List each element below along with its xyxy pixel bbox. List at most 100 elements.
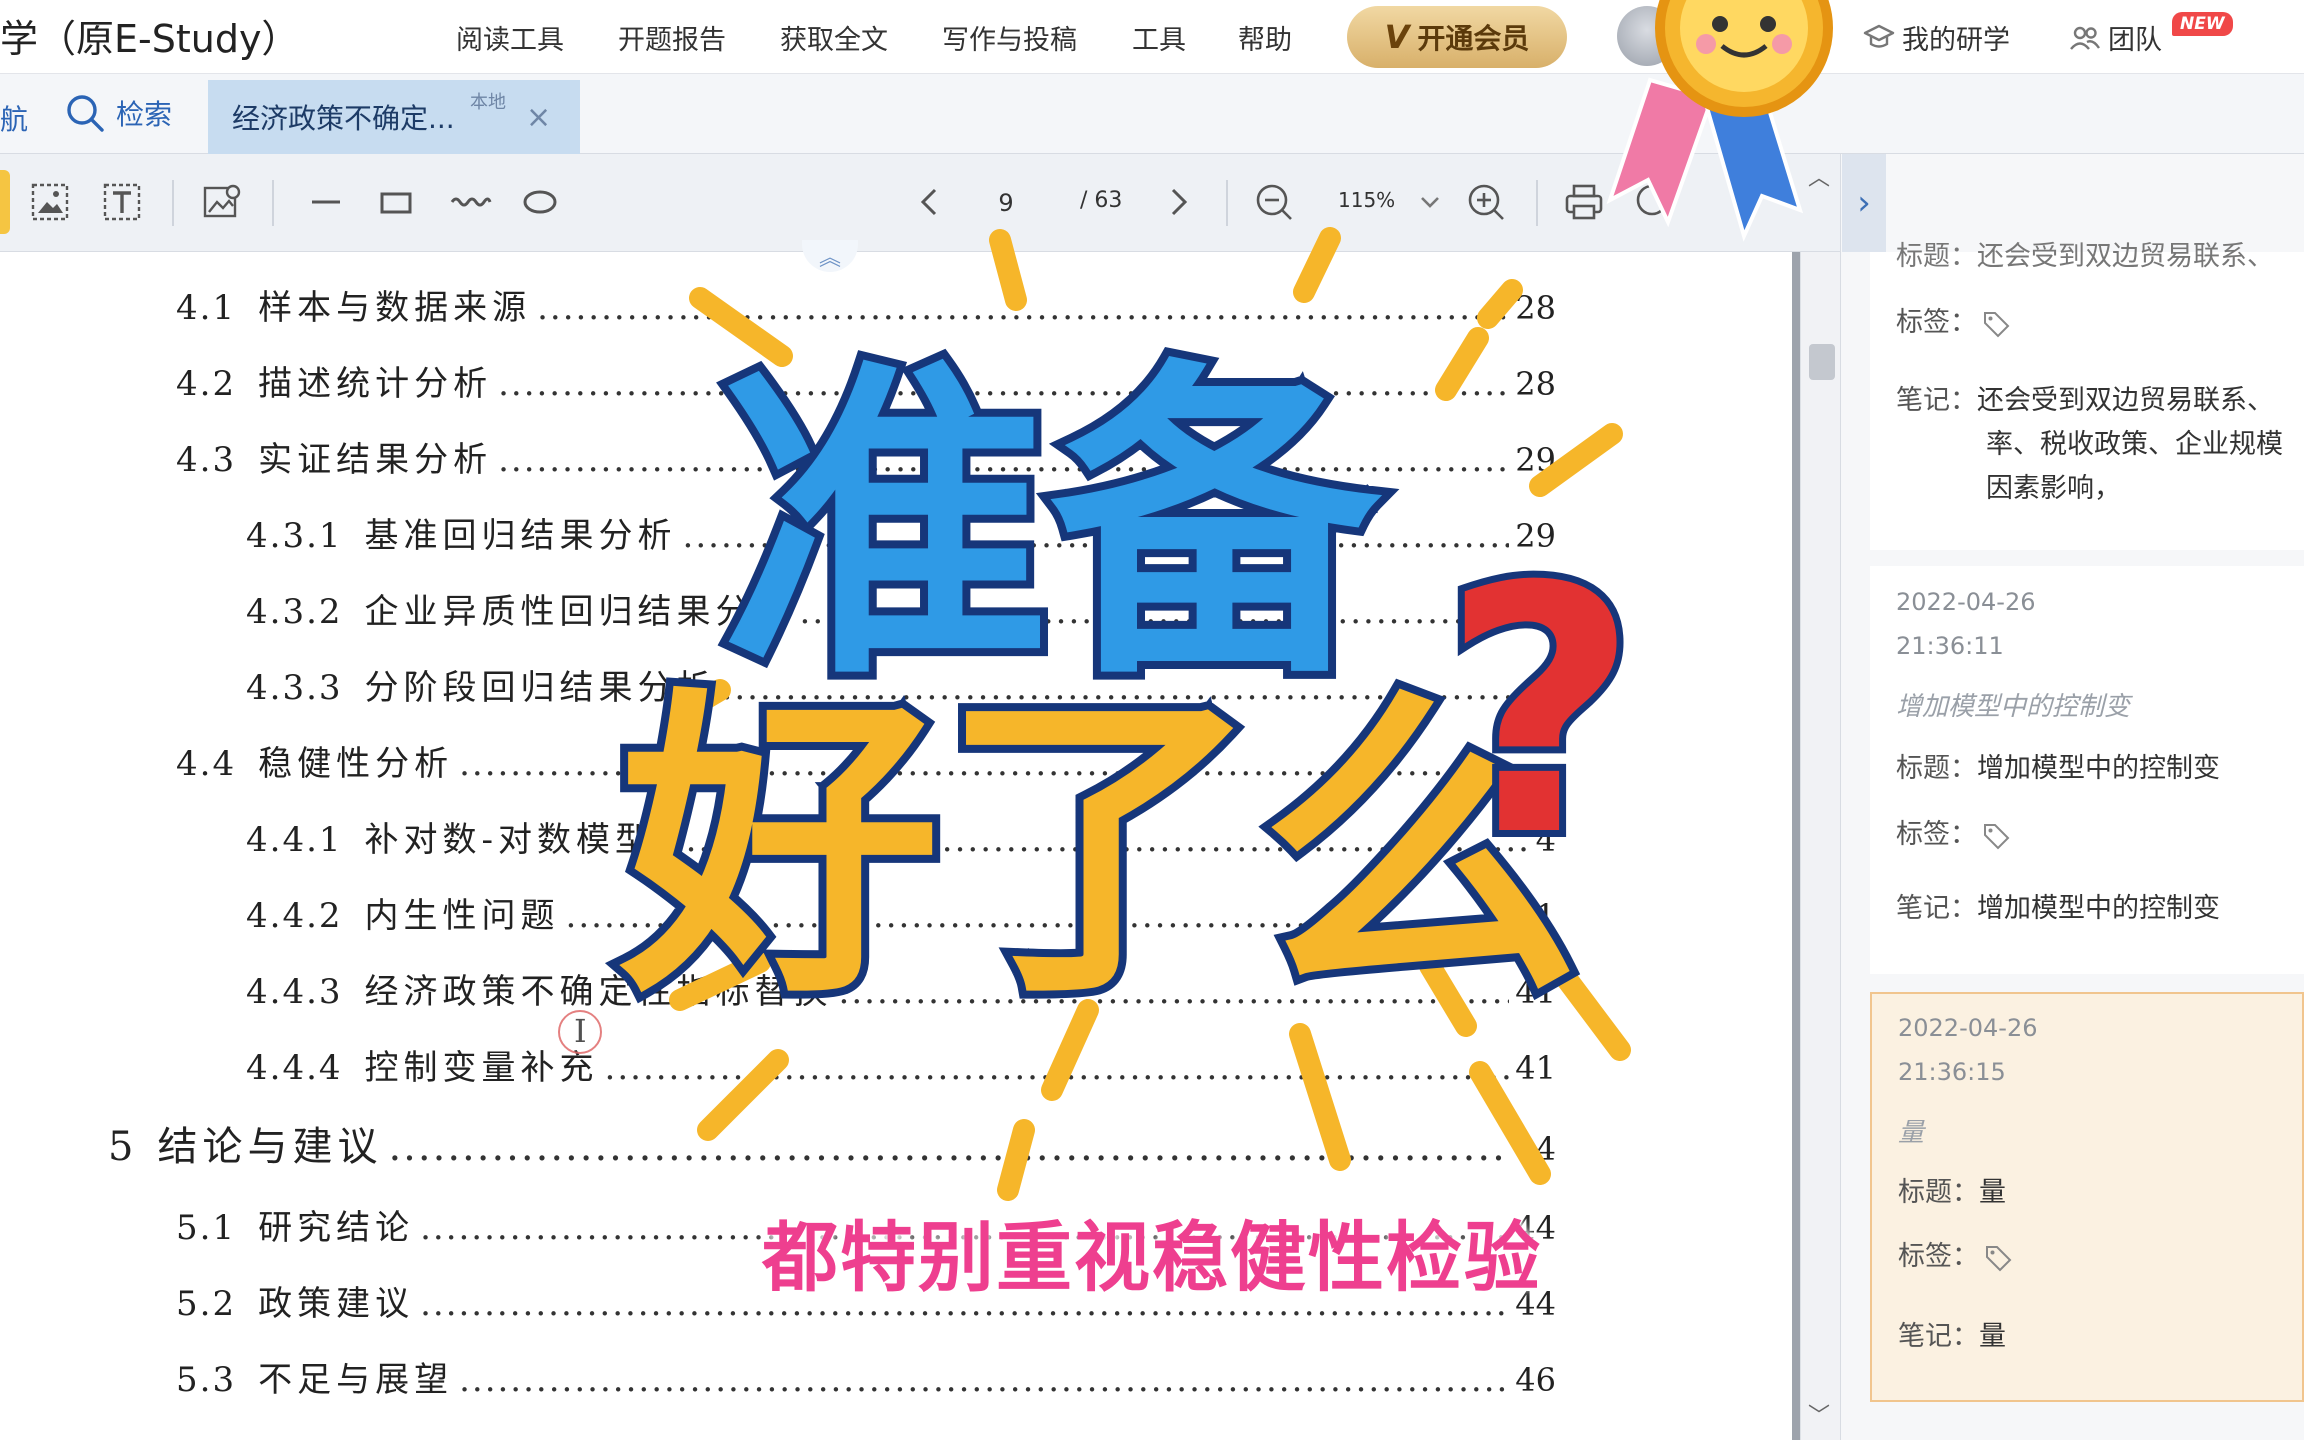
tab-search-label: 检索 xyxy=(116,98,173,131)
note-title-label: 标题： xyxy=(1898,1177,1979,1208)
prev-page-button[interactable] xyxy=(906,178,954,226)
toc-title: 内生性问题 xyxy=(364,896,560,936)
note-date: 2022-04-26 xyxy=(1898,1014,2038,1042)
find-button[interactable] xyxy=(1630,178,1678,226)
note-quote: 量 xyxy=(1898,1118,1925,1148)
toc-title: 描述统计分析 xyxy=(258,364,493,404)
toc-number: 4.3.1 xyxy=(246,516,343,556)
line-tool[interactable] xyxy=(302,178,350,226)
search-icon xyxy=(67,95,104,132)
panel-toggle-button[interactable]: › xyxy=(1842,154,1886,252)
note-body: 增加模型中的控制变 xyxy=(1977,893,2220,924)
zoom-in-button[interactable] xyxy=(1462,178,1510,226)
avatar[interactable] xyxy=(1617,6,1677,66)
toc-entry[interactable]: 4.2 描述统计分析...............................… xyxy=(176,356,1556,405)
note-body-label: 笔记： xyxy=(1898,1321,1979,1352)
note-tag-row: 标签： xyxy=(1896,300,2011,339)
graduation-cap-icon xyxy=(1863,24,1895,48)
scroll-down-icon[interactable]: ﹀ xyxy=(1808,1398,1830,1430)
page-number-input[interactable] xyxy=(964,182,1048,224)
note-tag-row: 标签： xyxy=(1896,812,2011,851)
tool-active-marker xyxy=(0,170,10,234)
zoom-out-button[interactable] xyxy=(1250,178,1298,226)
line-icon xyxy=(312,200,340,204)
toc-entry[interactable]: 4.3 实证结果分析...............................… xyxy=(176,432,1556,481)
note-card[interactable]: 标题：还会受到双边贸易联系、 标签： 笔记：还会受到双边贸易联系、 率、税收政策… xyxy=(1870,241,2304,550)
toc-leader: ........................................… xyxy=(459,1360,1510,1400)
note-body-row: 笔记：增加模型中的控制变 xyxy=(1896,886,2220,925)
next-page-button[interactable] xyxy=(1154,178,1202,226)
toc-entry[interactable]: 4.3.1 基准回归结果分析...........................… xyxy=(246,508,1556,557)
toc-entry[interactable]: 4.3.2 企业异质性回归结果分析........................… xyxy=(246,584,1556,633)
tag-icon[interactable] xyxy=(1983,1243,2013,1273)
close-icon[interactable]: × xyxy=(526,100,551,135)
document-scrollbar[interactable] xyxy=(1800,252,1840,1440)
zoom-dropdown[interactable] xyxy=(1406,178,1454,226)
toc-page: 29 xyxy=(1515,441,1556,479)
toc-title: 样本与数据来源 xyxy=(258,288,532,328)
toc-entry[interactable]: 4.4 稳健性分析................................… xyxy=(176,736,1556,785)
scroll-up-icon[interactable]: ︿ xyxy=(1808,160,1830,192)
note-title-label: 标题： xyxy=(1896,753,1977,784)
menu-item[interactable]: 获取全文 xyxy=(780,18,888,57)
toc-entry[interactable]: 4.1 样本与数据来源..............................… xyxy=(176,280,1556,329)
wavy-line-tool[interactable] xyxy=(446,178,494,226)
menu-item[interactable]: 帮助 xyxy=(1238,18,1292,57)
toc-entry[interactable]: 5 结论与建议..................................… xyxy=(108,1114,1556,1172)
text-select-tool[interactable] xyxy=(98,178,146,226)
menu-item[interactable]: 写作与投稿 xyxy=(942,18,1077,57)
tag-icon[interactable] xyxy=(1981,309,2011,339)
tab-search[interactable]: 检索 xyxy=(64,92,172,134)
toc-page: 4 xyxy=(1535,821,1556,859)
team-icon xyxy=(2070,26,2100,50)
ellipse-tool[interactable] xyxy=(516,178,564,226)
rectangle-tool[interactable] xyxy=(372,178,420,226)
toc-entry[interactable]: 4.4.2 内生性问题..............................… xyxy=(246,888,1556,937)
image-select-tool[interactable] xyxy=(26,178,74,226)
toc-page: 29 xyxy=(1515,517,1556,555)
team-menu[interactable]: 团队 xyxy=(2068,18,2162,57)
note-card[interactable]: 2022-04-26 21:36:11 增加模型中的控制变 标题：增加模型中的控… xyxy=(1870,566,2304,974)
print-button[interactable] xyxy=(1560,178,1608,226)
printer-icon xyxy=(1565,184,1603,220)
note-body-row: 笔记：量 xyxy=(1898,1314,2006,1353)
video-caption: 都特别重视稳健性检验 xyxy=(762,1213,1542,1302)
vip-button[interactable]: V 开通会员 xyxy=(1347,6,1567,68)
toc-entry[interactable]: 4.3.3 分阶段回归结果分析..........................… xyxy=(246,660,1556,709)
tab-navigation[interactable]: 航 xyxy=(0,98,28,138)
note-date: 2022-04-26 xyxy=(1896,588,2036,616)
my-research-menu[interactable]: 我的研学 xyxy=(1862,18,2010,57)
toc-title: 经济政策不确定性指标替换 xyxy=(364,972,833,1012)
tag-icon[interactable] xyxy=(1981,821,2011,851)
zoom-in-icon xyxy=(1468,184,1504,220)
note-card-selected[interactable]: 2022-04-26 21:36:15 量 标题：量 标签： 笔记：量 xyxy=(1870,992,2304,1402)
text-select-icon xyxy=(103,183,141,221)
image-select-icon xyxy=(31,183,69,221)
menu-item[interactable]: 阅读工具 xyxy=(456,18,564,57)
toc-entry[interactable]: 4.4.3 经济政策不确定性指标替换.......................… xyxy=(246,964,1556,1013)
ellipse-icon xyxy=(523,190,557,214)
toc-page: 28 xyxy=(1515,289,1556,327)
toc-page: 46 xyxy=(1515,1361,1556,1399)
toc-number: 4.4.3 xyxy=(246,972,343,1012)
toc-entry[interactable]: 4.4.4 控制变量补充.............................… xyxy=(246,1040,1556,1089)
tab-document[interactable]: 经济政策不确定... 本地 × xyxy=(208,80,580,154)
scrollbar-thumb[interactable] xyxy=(1809,344,1835,380)
menu-item[interactable]: 开题报告 xyxy=(618,18,726,57)
toc-title: 政策建议 xyxy=(258,1284,415,1324)
note-time: 21:36:11 xyxy=(1896,632,2004,660)
toc-title: 稳健性分析 xyxy=(258,744,454,784)
menu-item[interactable]: 工具 xyxy=(1132,18,1186,57)
note-time: 21:36:15 xyxy=(1898,1058,2006,1086)
note-body: 量 xyxy=(1979,1321,2006,1352)
toc-leader: ........................................… xyxy=(459,744,1550,784)
zoom-level[interactable]: 115% xyxy=(1338,188,1395,212)
toc-entry[interactable]: 4.4.1 补对数-对数模型...........................… xyxy=(246,812,1556,861)
toc-number: 4.3.2 xyxy=(246,592,343,632)
toc-page: 41 xyxy=(1515,1049,1556,1087)
toc-entry[interactable]: 5.3 不足与展望................................… xyxy=(176,1352,1556,1401)
rectangle-icon xyxy=(380,192,412,214)
screenshot-tool[interactable] xyxy=(198,178,246,226)
toc-leader: ........................................… xyxy=(721,668,1530,708)
toc-number: 5 xyxy=(108,1124,136,1170)
